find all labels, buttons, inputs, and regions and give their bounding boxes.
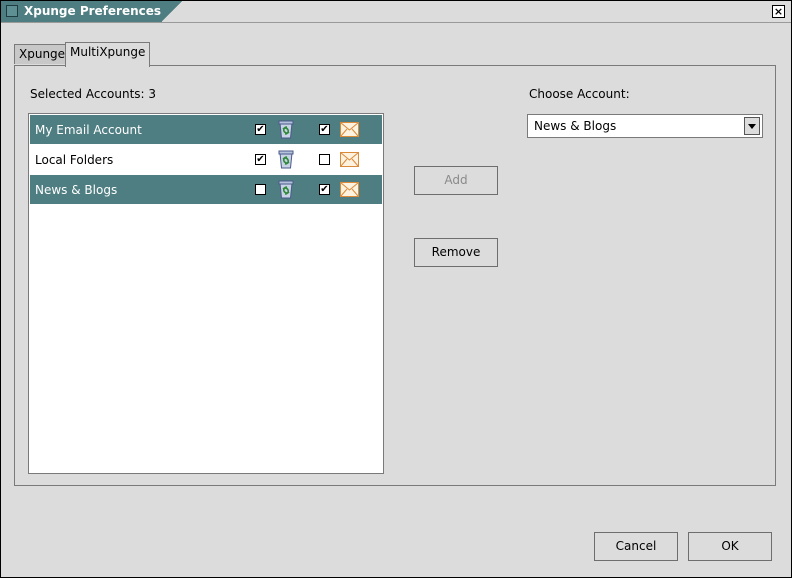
preferences-window: Xpunge Preferences × Xpunge MultiXpunge … [0, 0, 792, 578]
envelope-icon [340, 122, 359, 137]
title-tab: Xpunge Preferences [1, 1, 192, 22]
trash-checkbox[interactable]: ✔ [255, 124, 266, 135]
choose-account-label: Choose Account: [529, 87, 630, 101]
cancel-button[interactable]: Cancel [594, 532, 678, 561]
junk-checkbox[interactable]: ✔ [319, 184, 330, 195]
account-name: My Email Account [35, 123, 142, 137]
ok-button[interactable]: OK [688, 532, 772, 561]
list-item[interactable]: Local Folders ✔ [30, 145, 382, 174]
trash-checkbox[interactable] [255, 184, 266, 195]
envelope-icon [340, 152, 359, 167]
title-bar[interactable]: Xpunge Preferences × [1, 1, 791, 23]
trash-checkbox[interactable]: ✔ [255, 154, 266, 165]
recycle-bin-icon [278, 180, 294, 199]
add-button[interactable]: Add [414, 166, 498, 195]
account-name: News & Blogs [35, 183, 118, 197]
tab-xpunge[interactable]: Xpunge [14, 44, 71, 64]
window-menu-icon[interactable] [6, 5, 18, 17]
close-icon[interactable]: × [772, 5, 785, 18]
selected-accounts-label: Selected Accounts: 3 [30, 87, 157, 101]
choose-account-value: News & Blogs [534, 119, 617, 133]
list-item[interactable]: My Email Account ✔ ✔ [30, 115, 382, 144]
recycle-bin-icon [278, 120, 294, 139]
choose-account-select[interactable]: News & Blogs [527, 114, 763, 138]
tab-multixpunge[interactable]: MultiXpunge [65, 42, 151, 67]
window-title: Xpunge Preferences [24, 4, 162, 18]
junk-checkbox[interactable]: ✔ [319, 124, 330, 135]
remove-button[interactable]: Remove [414, 238, 498, 267]
list-item[interactable]: News & Blogs ✔ [30, 175, 382, 204]
envelope-icon [340, 182, 359, 197]
junk-checkbox[interactable] [319, 154, 330, 165]
chevron-down-icon[interactable] [744, 117, 760, 135]
recycle-bin-icon [278, 150, 294, 169]
account-name: Local Folders [35, 153, 114, 167]
selected-accounts-list[interactable]: My Email Account ✔ ✔ Local Folders ✔ New… [28, 113, 384, 474]
